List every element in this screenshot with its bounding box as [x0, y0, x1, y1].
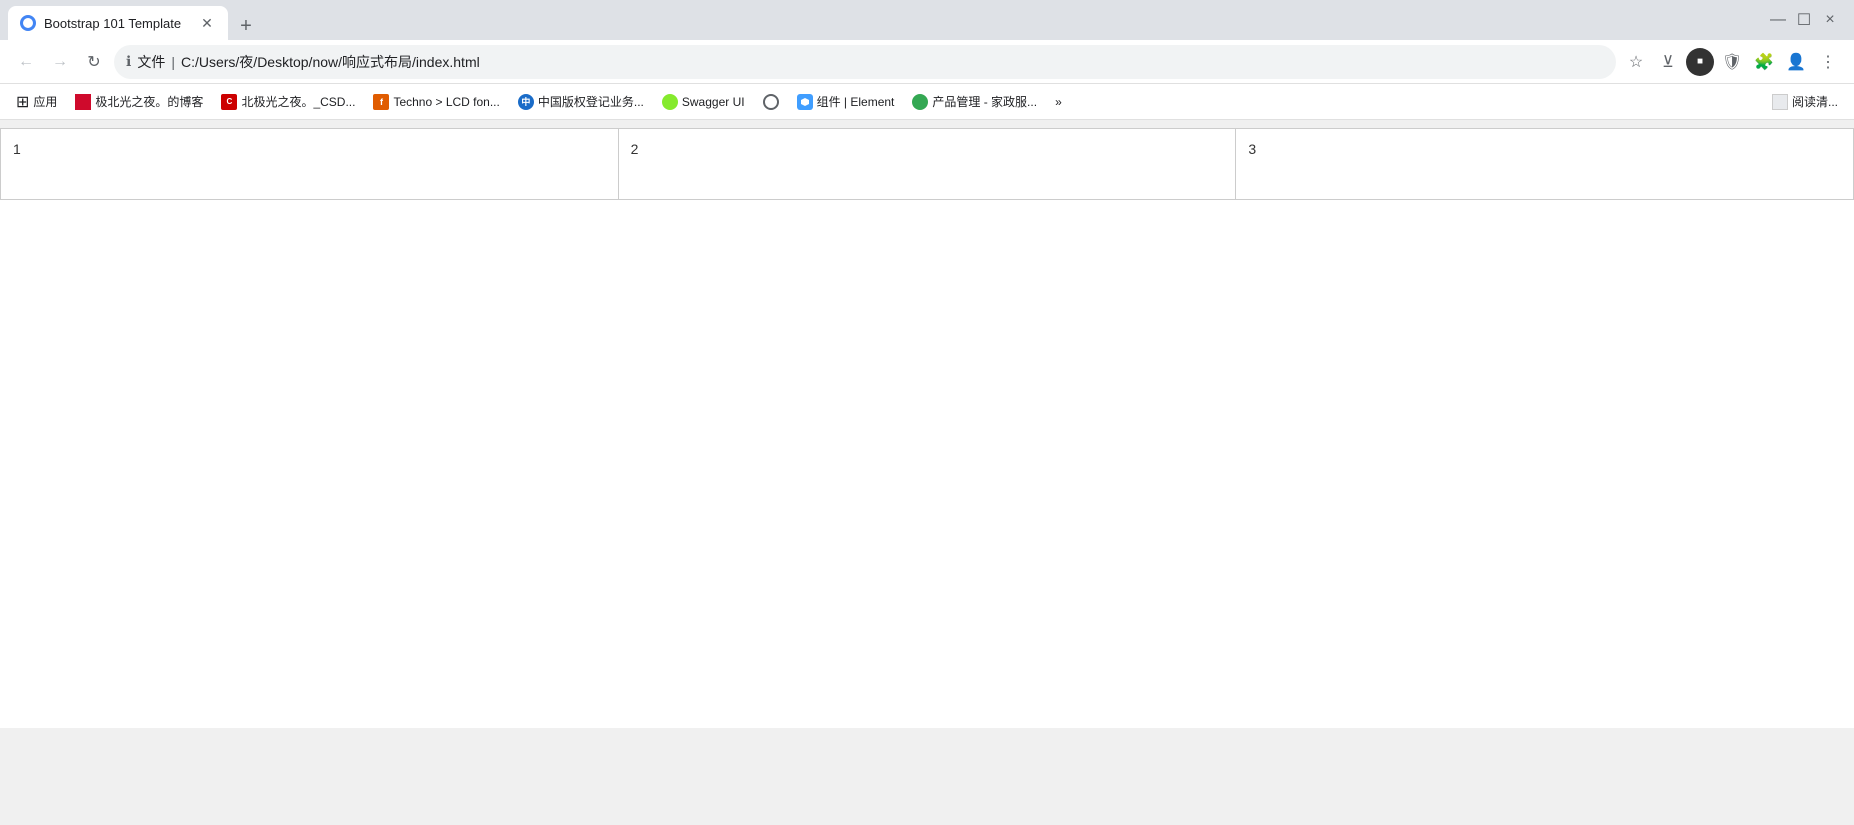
minimize-button[interactable]: — [1770, 12, 1786, 28]
bookmark-swagger[interactable]: Swagger UI [654, 90, 753, 114]
more-menu-button[interactable]: ⋮ [1814, 48, 1842, 76]
new-tab-button[interactable]: + [232, 12, 260, 40]
down-arrow-button[interactable]: ⊻ [1654, 48, 1682, 76]
swagger-favicon-icon [662, 94, 678, 110]
title-bar: Bootstrap 101 Template ✕ + — ☐ × [0, 0, 1854, 40]
bookmark-product[interactable]: 产品管理 - 家政服... [904, 89, 1045, 114]
forward-button[interactable]: → [46, 48, 74, 76]
nav-actions: ☆ ⊻ ■ 🛡 🧩 👤 ⋮ [1622, 48, 1842, 76]
back-button[interactable]: ← [12, 48, 40, 76]
bookmark-china-label: 中国版权登记业务... [538, 93, 644, 110]
column-2-label: 2 [631, 141, 639, 157]
dark-square-button[interactable]: ■ [1686, 48, 1714, 76]
bookmark-csdn-label: 北极光之夜。_CSD... [241, 93, 355, 110]
csdn-favicon-icon: C [221, 94, 237, 110]
tab-close-button[interactable]: ✕ [198, 14, 216, 32]
bookmark-element-label: 组件 | Element [817, 93, 895, 110]
address-info-icon: ℹ [126, 53, 131, 70]
huawei-favicon-icon [75, 94, 91, 110]
address-bar[interactable]: ℹ 文件 | C:/Users/夜/Desktop/now/响应式布局/inde… [114, 45, 1616, 79]
bookmark-huawei[interactable]: 极北光之夜。的博客 [67, 89, 211, 114]
bookmark-swagger-label: Swagger UI [682, 95, 745, 109]
product-favicon-icon [912, 94, 928, 110]
file-label: 文件 [137, 52, 165, 72]
grid-column-2: 2 [619, 129, 1237, 199]
globe2-favicon-icon [763, 94, 779, 110]
bookmark-reading-label: 阅读清... [1792, 93, 1838, 110]
grid-column-1: 1 [1, 129, 619, 199]
column-1-label: 1 [13, 141, 21, 157]
navigation-bar: ← → ↻ ℹ 文件 | C:/Users/夜/Desktop/now/响应式布… [0, 40, 1854, 84]
apps-grid-icon: ⊞ [16, 92, 29, 112]
bookmark-techno[interactable]: f Techno > LCD fon... [365, 90, 507, 114]
china-favicon-icon: 中 [518, 94, 534, 110]
bookmarks-bar: ⊞ 应用 极北光之夜。的博客 C 北极光之夜。_CSD... f Techno … [0, 84, 1854, 120]
active-tab[interactable]: Bootstrap 101 Template ✕ [8, 6, 228, 40]
tab-title: Bootstrap 101 Template [44, 16, 190, 31]
bookmark-more-icon: » [1055, 95, 1062, 109]
tab-favicon-icon [20, 15, 36, 31]
grid-container: 1 2 3 [0, 128, 1854, 200]
bookmark-globe2[interactable] [755, 90, 787, 114]
address-separator: | [171, 54, 175, 70]
bookmark-china-copyright[interactable]: 中 中国版权登记业务... [510, 89, 652, 114]
bookmark-more-button[interactable]: » [1047, 91, 1070, 113]
element-favicon-icon [797, 94, 813, 110]
column-3-label: 3 [1248, 141, 1256, 157]
reading-favicon-icon [1772, 94, 1788, 110]
account-button[interactable]: 👤 [1782, 48, 1810, 76]
bookmark-huawei-label: 极北光之夜。的博客 [95, 93, 203, 110]
bookmark-csdn[interactable]: C 北极光之夜。_CSD... [213, 89, 363, 114]
bookmark-star-button[interactable]: ☆ [1622, 48, 1650, 76]
grid-column-3: 3 [1236, 129, 1853, 199]
page-content: 1 2 3 [0, 128, 1854, 728]
maximize-button[interactable]: ☐ [1796, 12, 1812, 28]
bookmark-apps[interactable]: ⊞ 应用 [8, 88, 65, 116]
bookmark-element[interactable]: 组件 | Element [789, 89, 903, 114]
url-text: C:/Users/夜/Desktop/now/响应式布局/index.html [181, 52, 480, 72]
close-button[interactable]: × [1822, 12, 1838, 28]
bookmark-reading[interactable]: 阅读清... [1764, 89, 1846, 114]
techno-favicon-icon: f [373, 94, 389, 110]
bookmark-apps-label: 应用 [33, 93, 57, 110]
bookmark-product-label: 产品管理 - 家政服... [932, 93, 1037, 110]
window-controls: — ☐ × [1770, 12, 1846, 28]
tab-bar: Bootstrap 101 Template ✕ + [8, 0, 1770, 40]
extensions-button[interactable]: 🧩 [1750, 48, 1778, 76]
bookmark-techno-label: Techno > LCD fon... [393, 95, 499, 109]
shield-button[interactable]: 🛡 [1718, 48, 1746, 76]
refresh-button[interactable]: ↻ [80, 48, 108, 76]
